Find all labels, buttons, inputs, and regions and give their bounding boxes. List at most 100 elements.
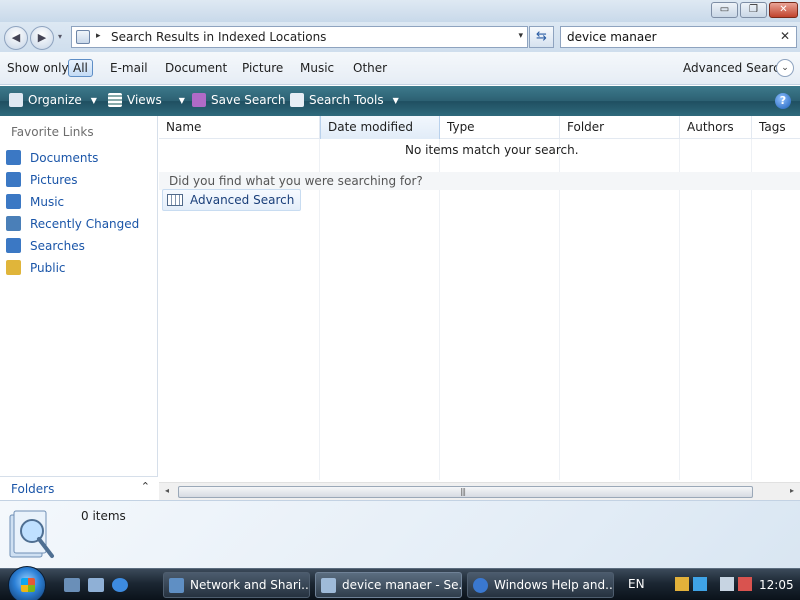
refresh-button[interactable]: ⇆ <box>529 26 554 48</box>
clock[interactable]: 12:05 <box>759 578 794 592</box>
scroll-right-icon[interactable]: ▸ <box>790 486 794 495</box>
taskbar-search-results[interactable]: device manaer - Se... <box>315 572 462 598</box>
filter-email[interactable]: E-mail <box>110 61 148 75</box>
column-divider <box>751 139 752 480</box>
sidebar-item-recently-changed[interactable]: Recently Changed <box>6 216 139 231</box>
save-search-button[interactable]: Save Search <box>192 93 286 107</box>
filter-all[interactable]: All <box>68 59 93 77</box>
help-icon[interactable]: ? <box>775 93 791 109</box>
favorite-links-heading: Favorite Links <box>11 125 94 139</box>
switch-windows-icon[interactable] <box>88 578 104 592</box>
sidebar-item-pictures[interactable]: Pictures <box>6 172 78 187</box>
filter-picture[interactable]: Picture <box>242 61 283 75</box>
column-divider <box>559 139 560 480</box>
window-controls: ▭ ❐ ✕ <box>711 2 798 18</box>
advanced-search-link[interactable]: Advanced Search <box>683 61 787 75</box>
address-bar[interactable]: ▸ Search Results in Indexed Locations ▾ <box>71 26 528 48</box>
show-desktop-icon[interactable] <box>64 578 80 592</box>
security-shield-icon[interactable] <box>675 577 689 591</box>
recently-changed-icon <box>6 216 21 231</box>
filter-music[interactable]: Music <box>300 61 334 75</box>
search-folder-large-icon <box>9 510 54 558</box>
address-dropdown[interactable]: ▾ <box>518 31 523 41</box>
search-box[interactable]: ✕ <box>560 26 797 48</box>
organize-button[interactable]: Organize ▼ <box>9 93 97 107</box>
address-path: Search Results in Indexed Locations <box>111 30 327 44</box>
search-suggestion-bar: Did you find what you were searching for… <box>159 172 800 190</box>
public-folder-icon <box>6 260 21 275</box>
folders-label: Folders <box>11 482 55 496</box>
search-folder-icon <box>321 577 336 593</box>
restore-button[interactable]: ❐ <box>740 2 767 18</box>
search-suggestion-text: Did you find what you were searching for… <box>169 174 423 188</box>
network-status-icon[interactable] <box>720 577 734 591</box>
taskbar-button-label: device manaer - Se... <box>342 578 462 592</box>
clear-search-icon[interactable]: ✕ <box>780 29 790 43</box>
column-header-authors[interactable]: Authors <box>680 116 752 139</box>
internet-explorer-icon[interactable] <box>112 578 128 592</box>
start-button[interactable] <box>8 566 46 600</box>
searches-icon <box>6 238 21 253</box>
sidebar-item-label: Documents <box>30 150 99 165</box>
window-title-bar: ▭ ❐ ✕ <box>0 0 800 22</box>
advanced-search-label: Advanced Search <box>190 193 295 207</box>
search-tools-button[interactable]: Search Tools ▼ <box>290 93 399 107</box>
language-indicator[interactable]: EN <box>628 577 645 591</box>
volume-muted-icon[interactable] <box>738 577 752 591</box>
save-search-label: Save Search <box>211 93 286 107</box>
advanced-search-button[interactable]: Advanced Search <box>162 189 302 211</box>
file-list: Name Date modified Type Folder Authors T… <box>159 116 800 500</box>
help-icon <box>473 577 488 593</box>
details-pane: 0 items <box>0 500 800 568</box>
sidebar-item-searches[interactable]: Searches <box>6 238 85 253</box>
organize-label: Organize <box>28 93 82 107</box>
taskbar-network-sharing[interactable]: Network and Shari... <box>163 572 310 598</box>
pictures-icon <box>6 172 21 187</box>
sidebar-item-label: Searches <box>30 238 85 253</box>
horizontal-scrollbar[interactable]: ◂ ||| ▸ <box>159 482 800 500</box>
column-header-date-modified[interactable]: Date modified <box>320 116 440 139</box>
scroll-left-icon[interactable]: ◂ <box>165 486 169 495</box>
forward-button[interactable]: ▶ <box>30 26 54 50</box>
views-label: Views <box>127 93 162 107</box>
scrollbar-thumb[interactable]: ||| <box>178 486 753 498</box>
sidebar-item-label: Recently Changed <box>30 216 140 231</box>
organize-icon <box>9 93 23 107</box>
filter-other[interactable]: Other <box>353 61 387 75</box>
music-icon <box>6 194 21 209</box>
advanced-search-icon <box>167 194 183 206</box>
column-header-tags[interactable]: Tags <box>752 116 800 139</box>
caret-down-icon[interactable]: ▼ <box>179 96 185 105</box>
breadcrumb-separator[interactable]: ▸ <box>96 31 101 41</box>
sidebar-item-music[interactable]: Music <box>6 194 64 209</box>
chevron-down-icon[interactable]: ⌄ <box>776 59 794 77</box>
taskbar-windows-help[interactable]: Windows Help and... <box>467 572 614 598</box>
recent-pages-dropdown[interactable]: ▾ <box>58 32 62 41</box>
column-divider <box>439 139 440 480</box>
back-button[interactable]: ◀ <box>4 26 28 50</box>
column-header-name[interactable]: Name <box>159 116 320 139</box>
network-icon <box>169 577 184 593</box>
sidebar-item-public[interactable]: Public <box>6 260 66 275</box>
taskbar-button-label: Windows Help and... <box>494 578 614 592</box>
column-header-type[interactable]: Type <box>440 116 560 139</box>
column-divider <box>319 139 320 480</box>
caret-down-icon: ▼ <box>90 95 97 105</box>
taskbar-button-label: Network and Shari... <box>190 578 310 592</box>
chevron-up-icon[interactable]: ⌃ <box>141 480 150 493</box>
navigation-pane: Favorite Links Documents Pictures Music … <box>0 116 158 500</box>
minimize-button[interactable]: ▭ <box>711 2 738 18</box>
column-divider <box>679 139 680 480</box>
views-icon <box>108 93 122 107</box>
sidebar-item-documents[interactable]: Documents <box>6 150 98 165</box>
windows-update-icon[interactable] <box>693 577 707 591</box>
navigation-bar: ◀ ▶ ▾ ▸ Search Results in Indexed Locati… <box>0 22 800 52</box>
search-input[interactable] <box>567 29 767 45</box>
column-header-folder[interactable]: Folder <box>560 116 680 139</box>
show-only-label: Show only: <box>7 61 72 75</box>
close-button[interactable]: ✕ <box>769 2 798 18</box>
caret-down-icon: ▼ <box>392 95 399 105</box>
filter-document[interactable]: Document <box>165 61 227 75</box>
views-button[interactable]: Views ▼ <box>108 93 185 107</box>
folders-toggle[interactable]: Folders ⌃ <box>0 476 158 500</box>
